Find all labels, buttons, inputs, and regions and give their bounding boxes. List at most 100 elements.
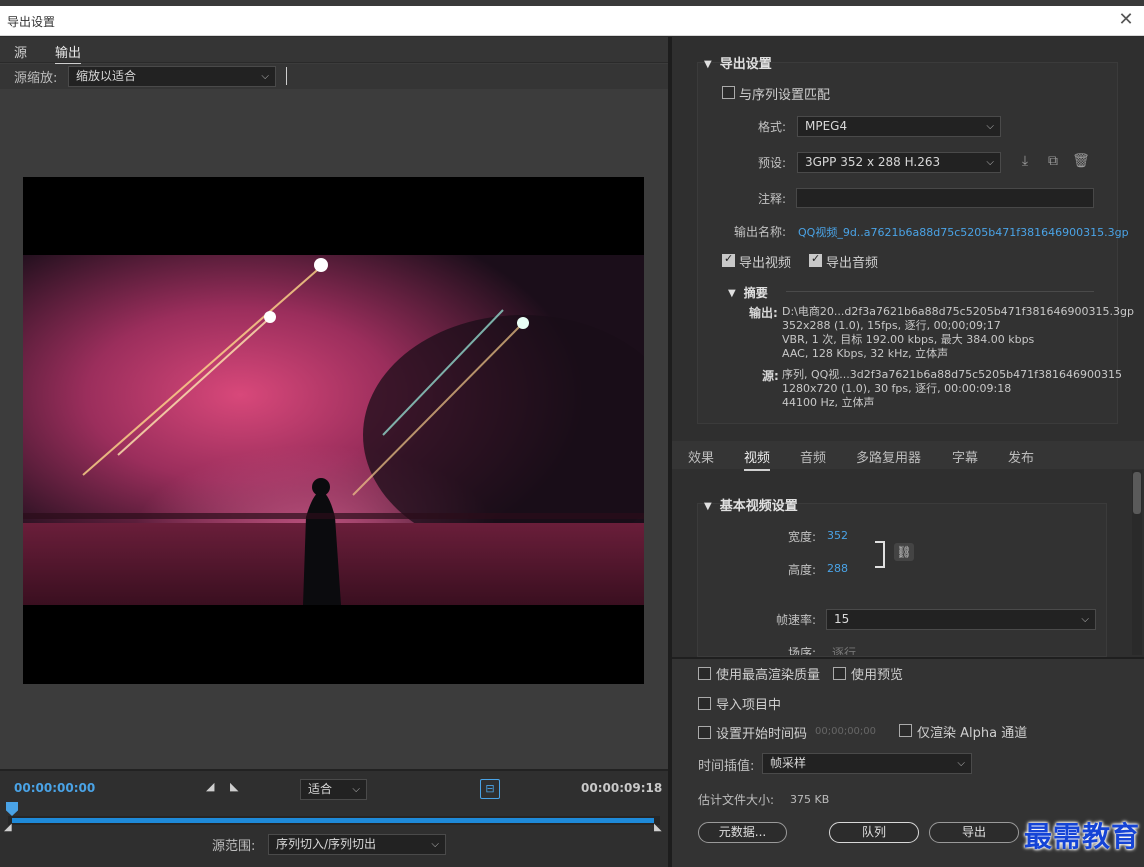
output-name-link[interactable]: QQ视频_9d..a7621b6a88d75c5205b471f38164690… xyxy=(798,224,1129,240)
save-preset-icon[interactable]: ⤓ xyxy=(1016,152,1034,170)
use-preview-checkbox[interactable] xyxy=(833,667,846,680)
in-point-marker[interactable]: ◢ xyxy=(4,822,12,833)
set-in-icon[interactable]: ◢ xyxy=(206,780,214,793)
alpha-only-checkbox[interactable] xyxy=(899,724,912,737)
preview-tabs: 源 输出 xyxy=(0,37,668,65)
chevron-down-icon: ⌵ xyxy=(1081,614,1089,625)
summary-source-line: 44100 Hz, 立体声 xyxy=(782,396,875,409)
chevron-down-icon: ⌵ xyxy=(957,758,965,769)
height-value[interactable]: 288 xyxy=(827,562,848,575)
fps-value: 15 xyxy=(834,612,850,626)
import-preset-icon[interactable]: ⧉ xyxy=(1044,152,1062,170)
chevron-down-icon: ⌵ xyxy=(431,839,439,850)
timecode-end: 00:00:09:18 xyxy=(581,781,663,795)
chevron-down-icon: ⌵ xyxy=(986,157,994,168)
start-timecode-value: 00;00;00;00 xyxy=(815,726,877,737)
output-name-label: 输出名称: xyxy=(733,225,786,239)
export-button[interactable]: 导出 xyxy=(929,822,1019,843)
chevron-down-icon: ⌵ xyxy=(352,784,360,795)
tab-source[interactable]: 源 xyxy=(14,42,27,61)
basic-video-header[interactable]: ▼ 基本视频设置 xyxy=(704,495,798,514)
max-render-checkbox[interactable] xyxy=(698,667,711,680)
link-bracket xyxy=(875,541,885,568)
field-order-value: 逐行 xyxy=(832,646,857,655)
chevron-down-icon: ▼ xyxy=(704,59,712,70)
range-dropdown[interactable]: 序列切入/序列切出 ⌵ xyxy=(268,834,446,855)
format-label: 格式: xyxy=(757,120,786,134)
range-label: 源范围: xyxy=(212,839,256,854)
chain-link-icon[interactable]: ⛓ xyxy=(894,543,914,561)
summary-source-line: 1280x720 (1.0), 30 fps, 逐行, 00:00:09:18 xyxy=(782,382,1012,395)
set-out-icon[interactable]: ◣ xyxy=(230,780,238,793)
fit-dropdown[interactable]: 适合 ⌵ xyxy=(300,779,367,800)
timeline-track[interactable] xyxy=(12,818,654,823)
height-label: 高度: xyxy=(787,563,816,577)
import-project-checkbox[interactable] xyxy=(698,697,711,710)
timecode-start[interactable]: 00:00:00:00 xyxy=(14,781,95,795)
summary-source-key: 源: xyxy=(762,369,779,383)
export-audio-label: 导出音频 xyxy=(826,256,879,271)
export-audio-checkbox[interactable] xyxy=(809,252,822,267)
settings-tabs: 效果 视频 音频 多路复用器 字幕 发布 xyxy=(672,441,1144,471)
export-video-checkbox[interactable] xyxy=(722,252,735,267)
set-timecode-label: 设置开始时间码 xyxy=(716,727,808,742)
chevron-down-icon: ▼ xyxy=(704,501,712,512)
tab-audio[interactable]: 音频 xyxy=(800,447,826,466)
aspect-toggle-icon[interactable]: ⊟ xyxy=(480,779,500,799)
field-order-label: 场序: xyxy=(787,646,816,655)
width-value[interactable]: 352 xyxy=(827,529,848,542)
tab-multiplexer[interactable]: 多路复用器 xyxy=(856,447,921,466)
summary-rule xyxy=(786,291,1094,292)
fps-dropdown[interactable]: 15 ⌵ xyxy=(826,609,1096,630)
match-sequence-checkbox[interactable] xyxy=(722,86,735,99)
tab-video[interactable]: 视频 xyxy=(744,447,771,471)
import-project-label: 导入项目中 xyxy=(716,698,782,713)
match-sequence-label: 与序列设置匹配 xyxy=(739,88,831,103)
preset-label: 预设: xyxy=(757,156,786,170)
field-order-row-clipped: 场序: 逐行 xyxy=(760,644,1100,655)
zoom-dropdown[interactable]: 缩放以适合 ⌵ xyxy=(68,66,276,87)
interp-label: 时间插值: xyxy=(698,759,755,774)
format-dropdown[interactable]: MPEG4 ⌵ xyxy=(797,116,1001,137)
zoom-label: 源缩放: xyxy=(14,71,58,86)
summary-output-line: AAC, 128 Kbps, 32 kHz, 立体声 xyxy=(782,347,949,360)
use-preview-label: 使用预览 xyxy=(851,668,904,683)
delete-preset-icon[interactable]: 🗑 xyxy=(1072,152,1090,170)
text-cursor xyxy=(286,67,287,85)
zoom-value: 缩放以适合 xyxy=(76,69,137,83)
summary-output-line: D:\电商20...d2f3a7621b6a88d75c5205b471f381… xyxy=(782,305,1134,318)
fps-label: 帧速率: xyxy=(775,613,816,627)
export-video-label: 导出视频 xyxy=(739,256,792,271)
window-title: 导出设置 xyxy=(7,15,56,29)
comment-input[interactable] xyxy=(796,188,1094,208)
summary-source-line: 序列, QQ视...3d2f3a7621b6a88d75c5205b471f38… xyxy=(782,368,1122,381)
close-icon[interactable]: ✕ xyxy=(1118,10,1134,30)
out-point-marker[interactable]: ◣ xyxy=(654,822,662,833)
interp-dropdown[interactable]: 帧采样 ⌵ xyxy=(762,753,972,774)
tab-output[interactable]: 输出 xyxy=(55,42,82,65)
tab-effects[interactable]: 效果 xyxy=(688,447,714,466)
summary-output-line: 352x288 (1.0), 15fps, 逐行, 00;00;09;17 xyxy=(782,319,1001,332)
summary-output-line: VBR, 1 次, 目标 192.00 kbps, 最大 384.00 kbps xyxy=(782,333,1035,346)
metadata-button[interactable]: 元数据... xyxy=(698,822,787,843)
alpha-only-label: 仅渲染 Alpha 通道 xyxy=(917,726,1028,741)
preset-dropdown[interactable]: 3GPP 352 x 288 H.263 ⌵ xyxy=(797,152,1001,173)
tab-captions[interactable]: 字幕 xyxy=(952,447,978,466)
set-timecode-checkbox[interactable] xyxy=(698,726,711,739)
range-value: 序列切入/序列切出 xyxy=(276,837,377,851)
preview-image xyxy=(23,255,644,605)
zoom-row: 源缩放: 缩放以适合 ⌵ xyxy=(0,64,668,89)
summary-header[interactable]: ▼ 摘要 xyxy=(728,284,768,301)
title-bar: 导出设置 ✕ xyxy=(0,6,1144,36)
width-label: 宽度: xyxy=(787,530,816,544)
export-settings-header[interactable]: ▼ 导出设置 xyxy=(704,53,772,72)
tab-publish[interactable]: 发布 xyxy=(1008,447,1034,466)
settings-scrollbar-thumb[interactable] xyxy=(1133,472,1141,514)
summary-output-key: 输出: xyxy=(749,306,778,320)
chevron-down-icon: ⌵ xyxy=(986,121,994,132)
fit-value: 适合 xyxy=(308,782,333,796)
queue-button[interactable]: 队列 xyxy=(829,822,919,843)
chevron-down-icon: ⌵ xyxy=(261,71,269,82)
interp-value: 帧采样 xyxy=(770,756,807,770)
chevron-down-icon: ▼ xyxy=(728,288,736,299)
